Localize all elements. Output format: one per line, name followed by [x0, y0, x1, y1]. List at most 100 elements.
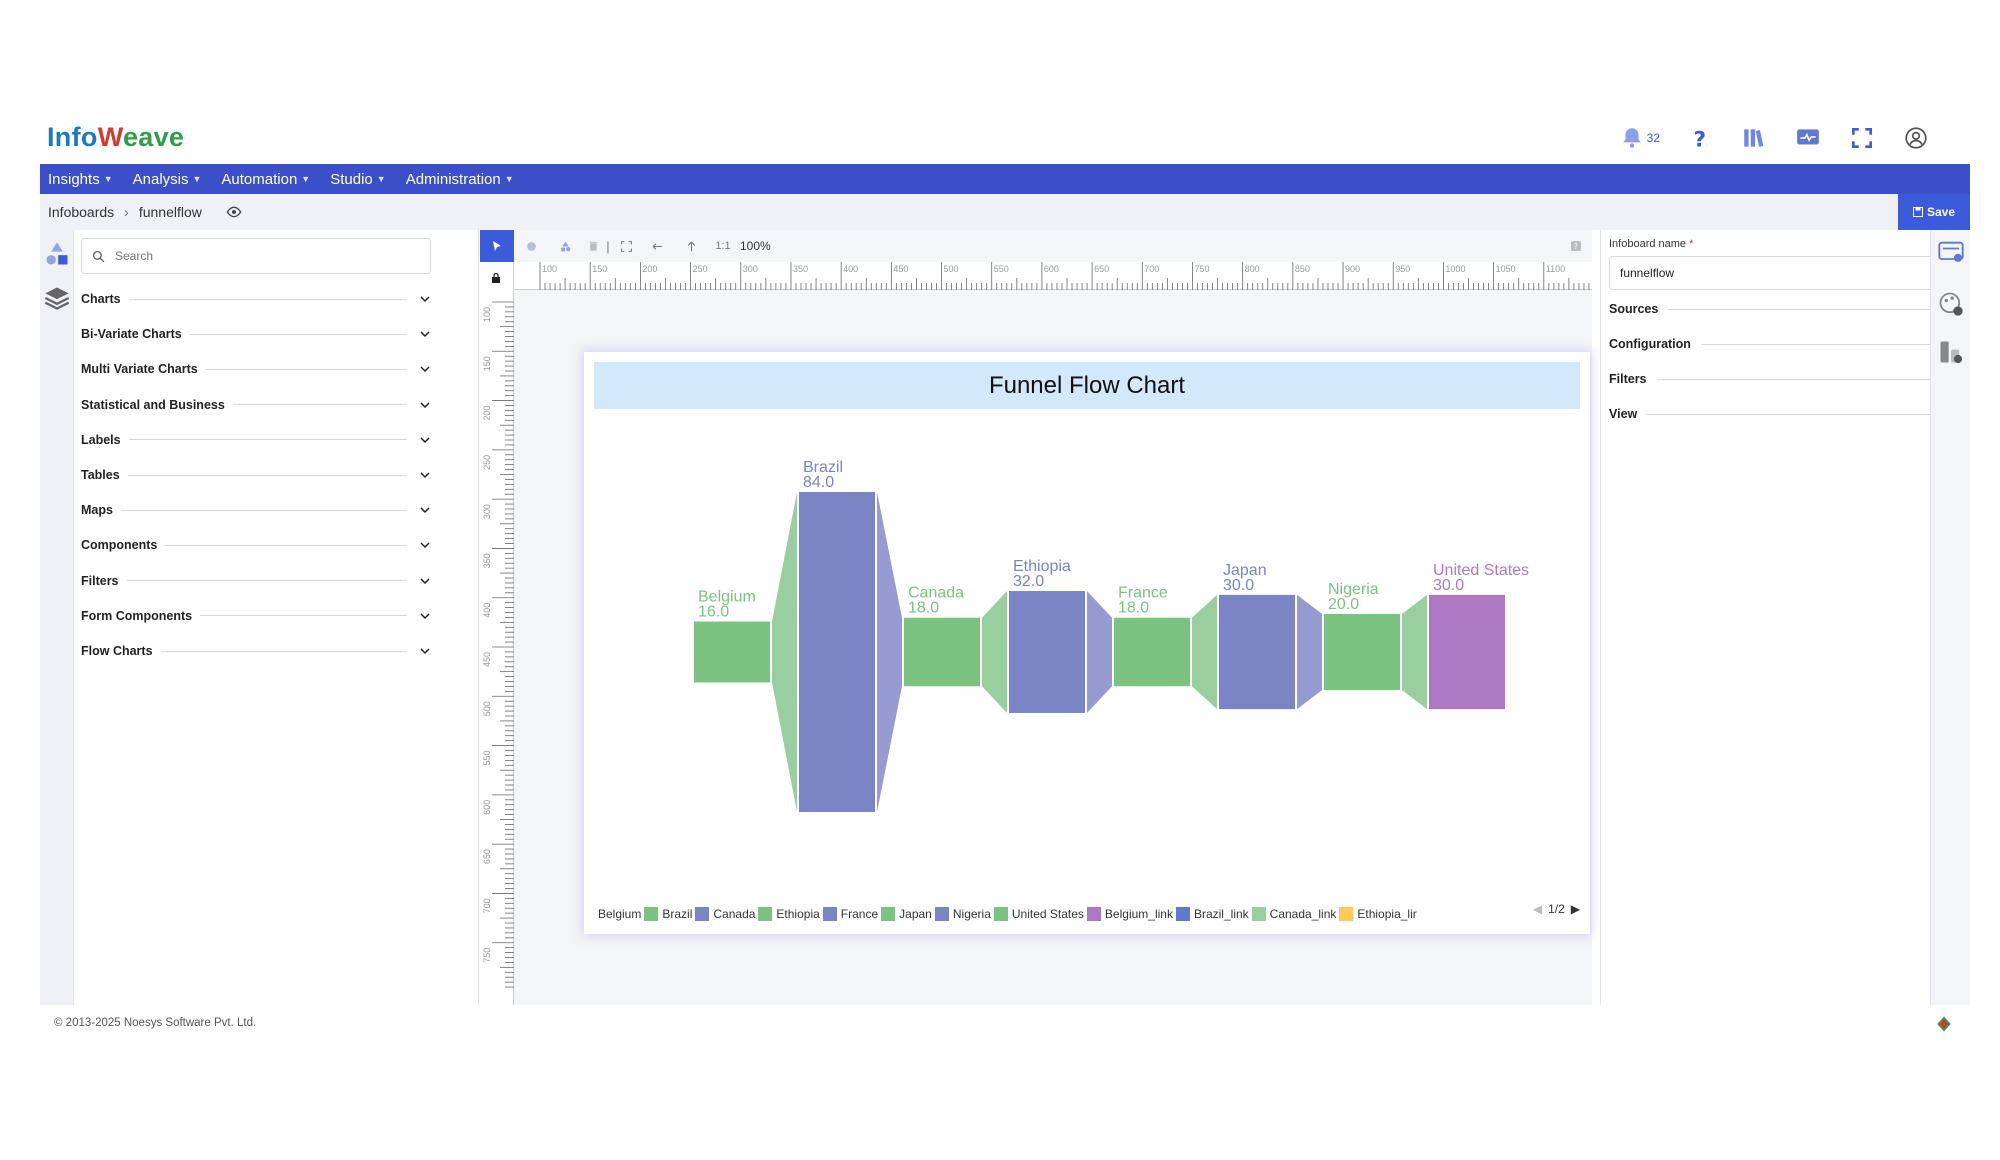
widget-settings-icon[interactable]	[1937, 238, 1965, 266]
eye-icon[interactable]	[226, 204, 242, 220]
app-logo[interactable]: InfoWeave	[47, 122, 184, 153]
funnel-link[interactable]	[1297, 594, 1322, 710]
funnel-link[interactable]	[877, 492, 902, 812]
funnel-bar[interactable]	[1009, 591, 1085, 713]
legend-item[interactable]: Ethiopia	[776, 907, 837, 921]
palette-icon[interactable]	[1937, 290, 1965, 318]
flip-tool[interactable]	[640, 230, 674, 262]
legend-item[interactable]: Nigeria	[953, 907, 1008, 921]
config-section-sources[interactable]: Sources	[1609, 298, 1954, 320]
component-group-filters[interactable]: Filters	[81, 570, 431, 592]
legend-item[interactable]: Japan	[899, 907, 949, 921]
component-group-flow-charts[interactable]: Flow Charts	[81, 640, 431, 662]
component-group-labels[interactable]: Labels	[81, 429, 431, 451]
funnel-bar[interactable]	[799, 492, 875, 812]
chevron-down-icon	[420, 437, 430, 443]
align-top-tool[interactable]	[674, 230, 708, 262]
data-settings-icon[interactable]	[1937, 338, 1965, 366]
component-group-maps[interactable]: Maps	[81, 499, 431, 521]
ruler-tick-label: 650	[1094, 264, 1109, 274]
component-panel: Charts Bi-Variate Charts Multi Variate Cha…	[74, 230, 479, 1005]
funnel-link[interactable]	[1402, 594, 1427, 710]
breadcrumb-root[interactable]: Infoboards	[48, 204, 114, 220]
board-name-input[interactable]	[1609, 256, 1961, 290]
search-input[interactable]	[115, 249, 405, 263]
swap-icon	[652, 242, 662, 250]
config-section-label: Configuration	[1609, 337, 1691, 351]
fill-tool[interactable]	[514, 230, 548, 262]
component-group-components[interactable]: Components	[81, 534, 431, 556]
nav-analysis[interactable]: Analysis ▼	[133, 171, 202, 188]
ruler-tick-label: 600	[1044, 264, 1059, 274]
notification-count: 32	[1646, 131, 1660, 145]
funnel-bar[interactable]	[904, 617, 980, 687]
shapes-small-icon	[560, 241, 570, 251]
legend-prev-icon[interactable]: ◀	[1533, 902, 1542, 916]
nav-label: Administration	[405, 170, 501, 188]
funnel-link[interactable]	[1087, 591, 1112, 713]
help-button[interactable]: ?	[1686, 124, 1714, 152]
frame-tool[interactable]	[612, 230, 640, 262]
legend-item[interactable]: France	[840, 907, 896, 921]
ruler-tick-label: 150	[482, 356, 492, 371]
user-profile-button[interactable]	[1902, 124, 1930, 152]
funnel-bar[interactable]	[1114, 617, 1190, 687]
component-group-statistical-and-business[interactable]: Statistical and Business	[81, 394, 431, 416]
config-section-filters[interactable]: Filters	[1609, 368, 1954, 390]
config-section-view[interactable]: View	[1609, 403, 1954, 425]
component-group-bi-variate-charts[interactable]: Bi-Variate Charts	[81, 323, 431, 345]
select-tool[interactable]	[480, 230, 514, 262]
monitor-button[interactable]	[1794, 124, 1822, 152]
ratio-tool[interactable]: 1:1	[708, 230, 738, 262]
legend-item[interactable]: United States	[1012, 907, 1101, 921]
save-button[interactable]: Save	[1898, 194, 1970, 230]
funnel-bar[interactable]	[1429, 594, 1505, 710]
nav-automation[interactable]: Automation ▼	[221, 171, 310, 188]
funnel-link[interactable]	[772, 492, 797, 812]
shape-tool[interactable]	[548, 230, 582, 262]
legend-item[interactable]: Brazil	[662, 907, 710, 921]
info-icon[interactable]: ?	[1570, 240, 1582, 252]
funnel-bar[interactable]	[1219, 594, 1295, 710]
layers-icon[interactable]	[43, 284, 71, 312]
config-section-configuration[interactable]: Configuration	[1609, 333, 1954, 355]
ruler-tick-label: 300	[482, 504, 492, 519]
ruler-tick-label: 950	[1395, 264, 1410, 274]
component-group-form-components[interactable]: Form Components	[81, 605, 431, 627]
component-group-tables[interactable]: Tables	[81, 464, 431, 486]
component-group-multi-variate-charts[interactable]: Multi Variate Charts	[81, 358, 431, 380]
legend-item[interactable]: Ethiopia_lir	[1357, 907, 1434, 921]
funnel-link[interactable]	[1192, 594, 1217, 710]
ruler-tick-label: 550	[482, 751, 492, 766]
library-button[interactable]	[1740, 124, 1768, 152]
right-tool-strip	[1930, 230, 1970, 1005]
legend-swatch	[1339, 907, 1354, 921]
funnel-link[interactable]	[982, 591, 1007, 713]
legend-item[interactable]: Belgium	[598, 907, 659, 921]
notifications-button[interactable]: 32	[1619, 124, 1660, 152]
legend-label: France	[840, 907, 879, 921]
delete-tool[interactable]	[582, 230, 604, 262]
top-header: InfoWeave 32 ?	[40, 110, 1970, 164]
canvas[interactable]: Belgium 16.0 Brazil 84.0 Canada 18.0 Ethiopia 3…	[514, 290, 1592, 1005]
fullscreen-button[interactable]	[1848, 124, 1876, 152]
legend-item[interactable]: Belgium_link	[1105, 907, 1190, 921]
nav-insights[interactable]: Insights ▼	[48, 171, 113, 188]
legend-item[interactable]: Canada_link	[1270, 907, 1354, 921]
funnel-bar[interactable]	[1324, 613, 1400, 691]
zoom-level[interactable]: 100%	[740, 239, 771, 253]
nav-administration[interactable]: Administration ▼	[406, 171, 514, 188]
legend-next-icon[interactable]: ▶	[1571, 902, 1580, 916]
funnel-chart-widget[interactable]: Belgium 16.0 Brazil 84.0 Canada 18.0 Ethiopia 3…	[584, 352, 1590, 934]
nav-studio[interactable]: Studio ▼	[330, 171, 385, 188]
shapes-icon[interactable]	[43, 240, 71, 268]
component-group-charts[interactable]: Charts	[81, 288, 431, 310]
legend-label: Ethiopia_lir	[1357, 907, 1417, 921]
funnel-value-label: 16.0	[698, 604, 729, 621]
ruler-tick-label: 150	[592, 264, 607, 274]
svg-text:?: ?	[1574, 242, 1578, 251]
funnel-bar[interactable]	[694, 621, 770, 683]
search-box[interactable]	[81, 238, 431, 274]
legend-item[interactable]: Brazil_link	[1194, 907, 1266, 921]
legend-item[interactable]: Canada	[713, 907, 773, 921]
